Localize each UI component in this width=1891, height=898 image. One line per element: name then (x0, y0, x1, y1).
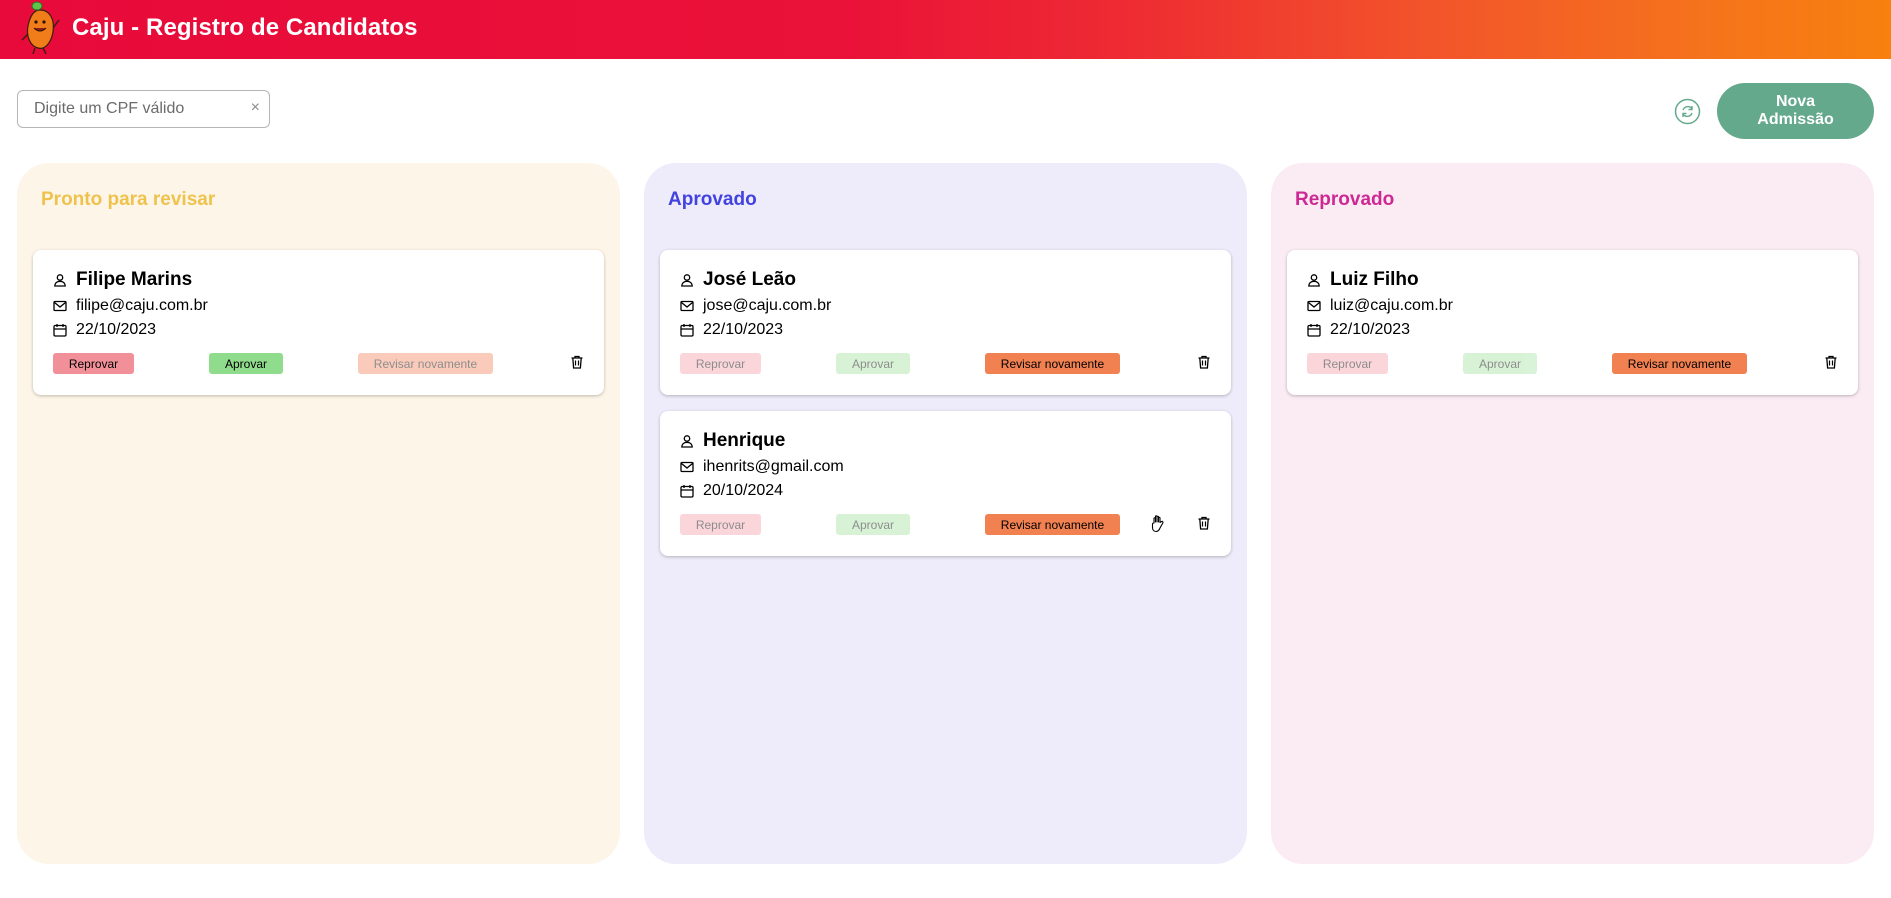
app-header: Caju - Registro de Candidatos (0, 0, 1891, 59)
mail-icon (680, 300, 694, 312)
mail-icon (680, 461, 694, 473)
approve-button[interactable]: Aprovar (209, 353, 283, 374)
column-approved: Aprovado José Leão jose@caju.com.br 22/1… (644, 163, 1247, 864)
calendar-icon (1307, 324, 1321, 337)
approve-button: Aprovar (1463, 353, 1537, 374)
candidate-email: ihenrits@gmail.com (703, 458, 844, 475)
candidate-date-row: 22/10/2023 (53, 321, 156, 339)
trash-icon[interactable] (1196, 515, 1212, 531)
candidate-email-row: ihenrits@gmail.com (680, 458, 844, 476)
approve-button: Aprovar (836, 514, 910, 535)
cpf-search-input[interactable] (18, 91, 238, 127)
review-again-button[interactable]: Revisar novamente (985, 353, 1120, 374)
candidate-name: Henrique (703, 430, 786, 451)
caju-logo-icon (21, 1, 60, 54)
candidate-name-row: Filipe Marins (53, 269, 192, 291)
review-again-button: Revisar novamente (358, 353, 493, 374)
candidate-email: filipe@caju.com.br (76, 297, 208, 314)
candidate-name-row: Luiz Filho (1307, 269, 1419, 291)
cpf-search: × (17, 90, 270, 128)
review-again-button[interactable]: Revisar novamente (985, 514, 1120, 535)
candidate-name: José Leão (703, 269, 796, 290)
candidate-email-row: jose@caju.com.br (680, 297, 831, 315)
candidate-name-row: José Leão (680, 269, 796, 291)
candidate-date: 22/10/2023 (76, 321, 157, 338)
user-icon (54, 274, 66, 287)
candidate-card[interactable]: Luiz Filho luiz@caju.com.br 22/10/2023 R… (1287, 250, 1858, 395)
candidate-date: 20/10/2024 (703, 482, 784, 499)
column-title: Pronto para revisar (41, 189, 216, 210)
trash-icon[interactable] (1196, 354, 1212, 370)
candidate-card[interactable]: Filipe Marins filipe@caju.com.br 22/10/2… (33, 250, 604, 395)
reprove-button[interactable]: Reprovar (53, 353, 134, 374)
approve-button: Aprovar (836, 353, 910, 374)
grab-hand-icon (1151, 515, 1164, 533)
candidate-date: 22/10/2023 (703, 321, 784, 338)
new-admission-button[interactable]: Nova Admissão (1717, 83, 1874, 139)
candidate-email: luiz@caju.com.br (1330, 297, 1453, 314)
reprove-button: Reprovar (1307, 353, 1388, 374)
candidate-card[interactable]: José Leão jose@caju.com.br 22/10/2023 Re… (660, 250, 1231, 395)
user-icon (1308, 274, 1320, 287)
calendar-icon (680, 324, 694, 337)
refresh-icon[interactable] (1674, 98, 1701, 125)
user-icon (681, 435, 693, 448)
reprove-button: Reprovar (680, 353, 761, 374)
mail-icon (53, 300, 67, 312)
candidate-date-row: 20/10/2024 (680, 482, 783, 500)
review-again-button[interactable]: Revisar novamente (1612, 353, 1747, 374)
candidate-name: Luiz Filho (1330, 269, 1419, 290)
column-ready-for-review: Pronto para revisar Filipe Marins filipe… (17, 163, 620, 864)
candidate-date: 22/10/2023 (1330, 321, 1411, 338)
candidate-email: jose@caju.com.br (703, 297, 832, 314)
candidate-card[interactable]: Henrique ihenrits@gmail.com 20/10/2024 R… (660, 411, 1231, 556)
column-title: Aprovado (668, 189, 757, 210)
app-title: Caju - Registro de Candidatos (72, 14, 418, 41)
candidate-date-row: 22/10/2023 (1307, 321, 1410, 339)
column-title: Reprovado (1295, 189, 1395, 210)
trash-icon[interactable] (1823, 354, 1839, 370)
calendar-icon (53, 324, 67, 337)
calendar-icon (680, 485, 694, 498)
candidate-name-row: Henrique (680, 430, 785, 452)
column-reproved: Reprovado Luiz Filho luiz@caju.com.br 22… (1271, 163, 1874, 864)
candidate-name: Filipe Marins (76, 269, 193, 290)
mail-icon (1307, 300, 1321, 312)
candidate-date-row: 22/10/2023 (680, 321, 783, 339)
candidate-email-row: luiz@caju.com.br (1307, 297, 1453, 315)
candidate-email-row: filipe@caju.com.br (53, 297, 208, 315)
trash-icon[interactable] (569, 354, 585, 370)
clear-icon[interactable]: × (251, 99, 260, 117)
reprove-button: Reprovar (680, 514, 761, 535)
user-icon (681, 274, 693, 287)
